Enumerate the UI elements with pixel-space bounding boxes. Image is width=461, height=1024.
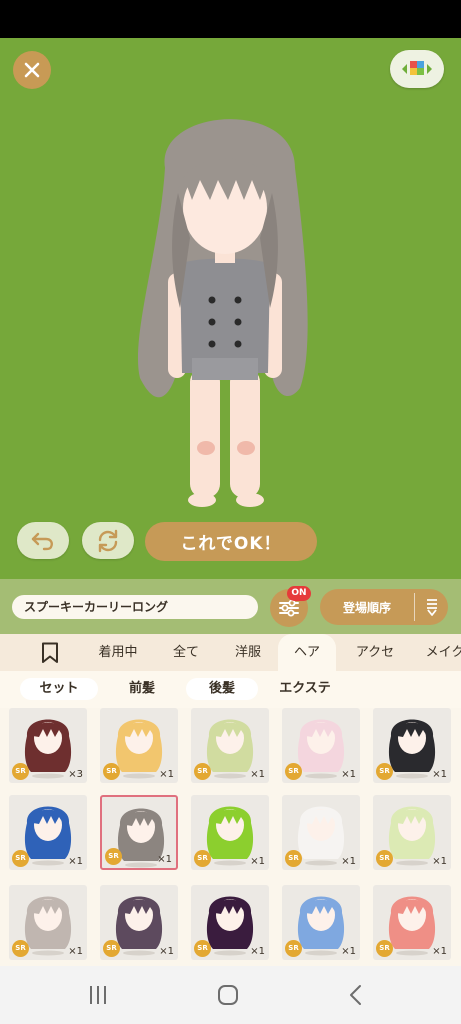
item-count: ×1 (250, 856, 265, 867)
item-count: ×1 (432, 769, 447, 780)
hair-item-card[interactable]: SR ×1 (373, 885, 451, 960)
palette-icon (402, 61, 432, 75)
item-count: ×1 (341, 769, 356, 780)
sort-order-icon (426, 599, 437, 616)
swap-icon (98, 529, 118, 552)
category-tabs: 着用中 全て 洋服 ヘア アクセ メイク (0, 634, 461, 671)
tab-all[interactable]: 全て (160, 634, 212, 671)
item-count: ×1 (432, 856, 447, 867)
tab-accessories[interactable]: アクセ (344, 634, 406, 671)
recent-apps-icon[interactable] (86, 984, 110, 1006)
subtab-set[interactable]: セット (20, 678, 98, 700)
rarity-badge: SR (376, 850, 393, 867)
hair-item-card[interactable]: SR ×1 (100, 885, 178, 960)
bookmark-icon (42, 642, 58, 663)
tab-makeup[interactable]: メイク (414, 634, 461, 671)
sort-label: 登場順序 (342, 600, 391, 615)
item-count: ×1 (68, 856, 83, 867)
rarity-badge: SR (12, 763, 29, 780)
status-bar (0, 0, 461, 38)
rarity-badge: SR (105, 848, 122, 865)
item-count: ×1 (159, 946, 174, 957)
rarity-badge: SR (194, 940, 211, 957)
tab-hair[interactable]: ヘア (278, 634, 336, 671)
rarity-badge: SR (285, 850, 302, 867)
rarity-badge: SR (376, 940, 393, 957)
sort-direction-button[interactable] (415, 598, 448, 616)
close-icon (24, 62, 40, 78)
item-grid: SR ×3 SR ×1 SR ×1 SR ×1 SR ×1 SR ×1 SR ×1 SR ×1 SR ×1 SR ×1… (0, 708, 461, 966)
hair-item-card[interactable]: SR ×1 (191, 885, 269, 960)
confirm-button[interactable]: これでOK！ (145, 522, 317, 561)
filter-on-badge: ON (287, 586, 311, 601)
avatar-stage: これでOK！ (0, 38, 461, 579)
hair-item-card[interactable]: SR ×1 (9, 885, 87, 960)
background-select-button[interactable] (390, 50, 444, 88)
item-toolbar: スプーキーカーリーロング ON 登場順序 (0, 579, 461, 634)
item-count: ×1 (68, 946, 83, 957)
rarity-badge: SR (285, 940, 302, 957)
item-count: ×1 (432, 946, 447, 957)
close-button[interactable] (13, 51, 51, 89)
rarity-badge: SR (194, 850, 211, 867)
hair-item-card[interactable]: SR ×1 (191, 708, 269, 783)
item-count: ×1 (341, 856, 356, 867)
undo-icon (31, 532, 53, 550)
avatar-preview (137, 119, 308, 507)
hair-item-card[interactable]: SR ×3 (9, 708, 87, 783)
item-count: ×3 (68, 769, 83, 780)
hair-sub-tabs: セット 前髪 後髪 エクステ (0, 671, 461, 708)
item-name-field: スプーキーカーリーロング (12, 595, 258, 619)
rarity-badge: SR (194, 763, 211, 780)
subtab-front-hair[interactable]: 前髪 (110, 678, 174, 700)
hair-item-card[interactable]: SR ×1 (373, 708, 451, 783)
subtab-back-hair[interactable]: 後髪 (186, 678, 258, 700)
rarity-badge: SR (376, 763, 393, 780)
tab-clothes[interactable]: 洋服 (222, 634, 274, 671)
item-count: ×1 (341, 946, 356, 957)
hair-item-card[interactable]: SR ×1 (373, 795, 451, 870)
item-count: ×1 (159, 769, 174, 780)
item-count: ×1 (250, 946, 265, 957)
hair-item-card[interactable]: SR ×1 (282, 795, 360, 870)
subtab-extensions[interactable]: エクステ (270, 678, 340, 700)
hair-item-card[interactable]: SR ×1 (282, 708, 360, 783)
hair-item-card[interactable]: SR ×1 (100, 795, 178, 870)
sort-button[interactable]: 登場順序 (320, 589, 448, 625)
rarity-badge: SR (12, 940, 29, 957)
back-icon[interactable] (346, 983, 366, 1007)
item-count: ×1 (157, 854, 172, 865)
rarity-badge: SR (285, 763, 302, 780)
rarity-badge: SR (12, 850, 29, 867)
rarity-badge: SR (103, 763, 120, 780)
undo-button[interactable] (17, 522, 69, 559)
item-count: ×1 (250, 769, 265, 780)
hair-item-card[interactable]: SR ×1 (282, 885, 360, 960)
system-nav-bar (0, 966, 461, 1024)
bookmark-tab[interactable] (30, 634, 70, 671)
hair-item-card[interactable]: SR ×1 (9, 795, 87, 870)
hair-item-card[interactable]: SR ×1 (100, 708, 178, 783)
hair-item-card[interactable]: SR ×1 (191, 795, 269, 870)
rarity-badge: SR (103, 940, 120, 957)
filter-sliders-icon (279, 599, 299, 617)
tab-wearing[interactable]: 着用中 (86, 634, 150, 671)
swap-button[interactable] (82, 522, 134, 559)
home-icon[interactable] (216, 983, 240, 1007)
